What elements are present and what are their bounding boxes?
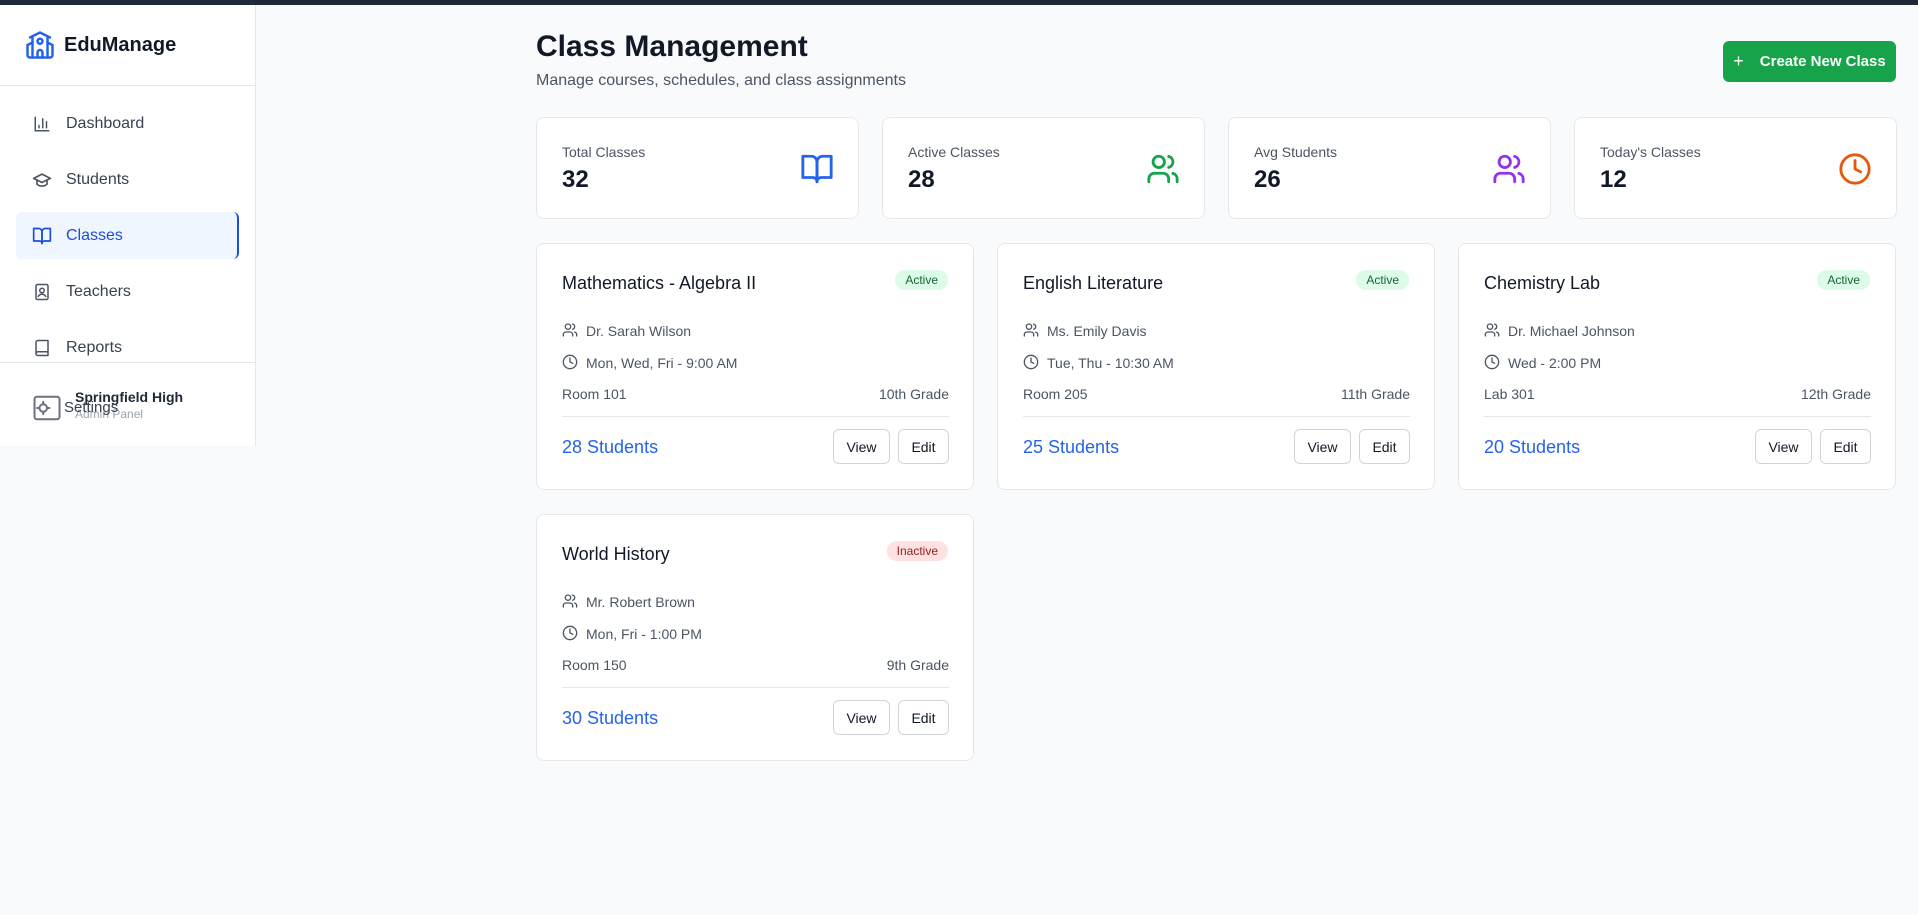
clock-icon bbox=[562, 354, 578, 370]
settings-link[interactable]: Settings bbox=[64, 399, 118, 416]
stat-value: 26 bbox=[1254, 166, 1281, 193]
sidebar-item-label: Classes bbox=[66, 226, 123, 244]
grade: 11th Grade bbox=[1340, 386, 1410, 402]
sidebar-item-label: Reports bbox=[66, 338, 123, 356]
top-bar bbox=[0, 0, 1918, 5]
sidebar-item-classes[interactable]: Classes bbox=[16, 212, 239, 259]
bar-chart-icon bbox=[32, 114, 52, 134]
class-title: Mathematics - Algebra II bbox=[562, 273, 757, 293]
student-count: 30 Students bbox=[562, 708, 659, 728]
contact-icon bbox=[32, 282, 52, 302]
grade: 10th Grade bbox=[878, 386, 949, 402]
edit-button[interactable]: Edit bbox=[1820, 429, 1871, 464]
status-badge: Inactive bbox=[886, 541, 948, 561]
settings-icon[interactable] bbox=[32, 393, 62, 423]
book-open-icon bbox=[32, 226, 52, 246]
page-subtitle: Manage courses, schedules, and class ass… bbox=[536, 72, 906, 89]
status-badge: Active bbox=[1356, 270, 1409, 290]
class-card: Chemistry Lab Active Dr. Michael Johnson… bbox=[1458, 243, 1896, 490]
users-icon bbox=[1484, 322, 1500, 338]
schedule: Mon, Wed, Fri - 9:00 AM bbox=[586, 355, 738, 371]
room: Lab 301 bbox=[1484, 386, 1535, 402]
book-open-icon bbox=[800, 152, 834, 186]
app-name: EduManage bbox=[64, 33, 177, 56]
graduation-cap-icon bbox=[32, 170, 52, 190]
stat-avg-students: Avg Students 26 bbox=[1228, 117, 1551, 219]
view-button[interactable]: View bbox=[833, 429, 890, 464]
teacher-name: Dr. Michael Johnson bbox=[1508, 323, 1635, 339]
users-icon bbox=[562, 322, 578, 338]
users-icon bbox=[562, 593, 578, 609]
create-class-label: Create New Class bbox=[1759, 53, 1886, 70]
edit-button[interactable]: Edit bbox=[1359, 429, 1410, 464]
view-button[interactable]: View bbox=[833, 700, 890, 735]
status-badge: Active bbox=[895, 270, 948, 290]
room: Room 101 bbox=[562, 386, 627, 402]
divider bbox=[1023, 416, 1410, 417]
stat-active-classes: Active Classes 28 bbox=[882, 117, 1205, 219]
stat-label: Total Classes bbox=[562, 144, 646, 160]
student-count: 28 Students bbox=[562, 437, 659, 457]
sidebar-item-label: Students bbox=[66, 170, 130, 188]
view-button[interactable]: View bbox=[1755, 429, 1812, 464]
class-title: Chemistry Lab bbox=[1484, 273, 1601, 293]
divider bbox=[562, 687, 949, 688]
sidebar-item-label: Teachers bbox=[66, 282, 131, 300]
teacher-name: Ms. Emily Davis bbox=[1047, 323, 1147, 339]
create-class-button[interactable]: + Create New Class bbox=[1723, 41, 1896, 82]
school-icon bbox=[24, 29, 56, 61]
sidebar-item-dashboard[interactable]: Dashboard bbox=[16, 100, 239, 147]
sidebar-item-label: Dashboard bbox=[66, 114, 145, 132]
clock-icon bbox=[562, 625, 578, 641]
stat-todays-classes: Today's Classes 12 bbox=[1574, 117, 1897, 219]
stat-value: 32 bbox=[562, 166, 589, 193]
stat-label: Avg Students bbox=[1254, 144, 1338, 160]
room: Room 150 bbox=[562, 657, 627, 673]
stat-total-classes: Total Classes 32 bbox=[536, 117, 859, 219]
grade: 9th Grade bbox=[886, 657, 949, 673]
clock-icon bbox=[1484, 354, 1500, 370]
class-title: World History bbox=[562, 544, 670, 564]
sidebar-item-teachers[interactable]: Teachers bbox=[16, 268, 239, 315]
users-icon bbox=[1023, 322, 1039, 338]
page-title: Class Management bbox=[536, 30, 808, 63]
student-count: 20 Students bbox=[1484, 437, 1581, 457]
teacher-name: Dr. Sarah Wilson bbox=[586, 323, 692, 339]
class-card: World History Inactive Mr. Robert Brown … bbox=[536, 514, 974, 761]
sidebar-nav: Dashboard Students Classes Teachers Repo… bbox=[0, 86, 255, 371]
plus-icon: + bbox=[1733, 51, 1744, 71]
stat-value: 12 bbox=[1600, 166, 1627, 193]
users-icon bbox=[1146, 152, 1180, 186]
sidebar-footer: Springfield High Admin Panel Settings bbox=[0, 362, 255, 446]
sidebar-item-students[interactable]: Students bbox=[16, 156, 239, 203]
room: Room 205 bbox=[1023, 386, 1088, 402]
class-title: English Literature bbox=[1023, 273, 1164, 293]
clock-icon bbox=[1023, 354, 1039, 370]
clock-icon bbox=[1838, 152, 1872, 186]
student-count: 25 Students bbox=[1023, 437, 1120, 457]
edit-button[interactable]: Edit bbox=[898, 429, 949, 464]
brand[interactable]: EduManage bbox=[0, 5, 255, 86]
book-icon bbox=[32, 338, 52, 358]
stat-label: Active Classes bbox=[908, 144, 1000, 160]
teacher-name: Mr. Robert Brown bbox=[586, 594, 695, 610]
class-card: English Literature Active Ms. Emily Davi… bbox=[997, 243, 1435, 490]
edit-button[interactable]: Edit bbox=[898, 700, 949, 735]
schedule: Tue, Thu - 10:30 AM bbox=[1047, 355, 1174, 371]
stat-label: Today's Classes bbox=[1600, 144, 1701, 160]
sidebar: EduManage Dashboard Students Classes Tea… bbox=[0, 5, 256, 446]
users-icon bbox=[1492, 152, 1526, 186]
class-card: Mathematics - Algebra II Active Dr. Sara… bbox=[536, 243, 974, 490]
status-badge: Active bbox=[1817, 270, 1870, 290]
schedule: Mon, Fri - 1:00 PM bbox=[586, 626, 702, 642]
divider bbox=[1484, 416, 1871, 417]
grade: 12th Grade bbox=[1800, 386, 1871, 402]
stat-value: 28 bbox=[908, 166, 935, 193]
divider bbox=[562, 416, 949, 417]
view-button[interactable]: View bbox=[1294, 429, 1351, 464]
schedule: Wed - 2:00 PM bbox=[1508, 355, 1602, 371]
